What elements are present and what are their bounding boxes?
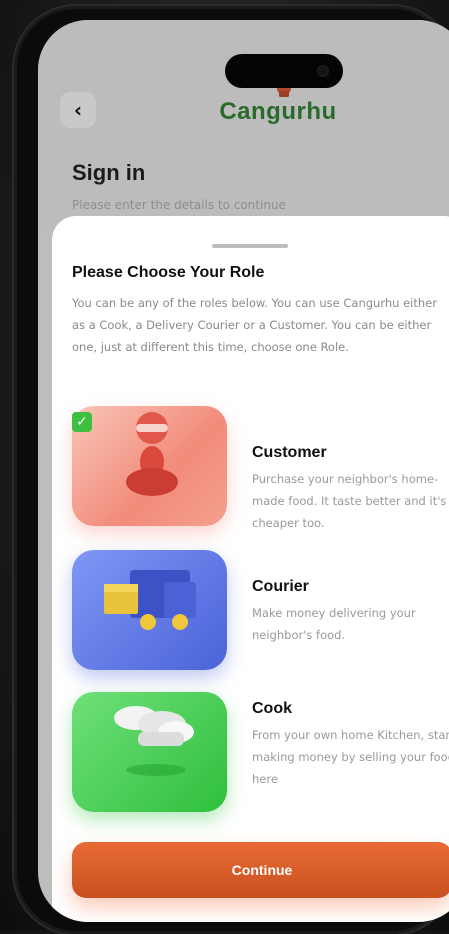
app-logo: Cangurhu bbox=[188, 85, 368, 126]
chevron-left-icon: ‹ bbox=[73, 98, 83, 122]
sheet-title: Please Choose Your Role bbox=[72, 264, 265, 281]
continue-button[interactable]: Continue bbox=[72, 842, 449, 898]
role-title-courier: Courier bbox=[252, 578, 309, 595]
phone-frame: ‹ Cangurhu Sign in Please enter the deta… bbox=[14, 6, 449, 934]
page-subtitle: Please enter the details to continue bbox=[72, 198, 286, 212]
camera-icon bbox=[317, 65, 329, 77]
customer-illustration bbox=[72, 406, 227, 526]
app-name: Cangurhu bbox=[219, 98, 337, 125]
cook-illustration bbox=[72, 692, 227, 812]
role-title-customer: Customer bbox=[252, 444, 327, 461]
page-title: Sign in bbox=[72, 160, 146, 185]
sign-in-header: ‹ Cangurhu Sign in Please enter the deta… bbox=[38, 20, 449, 230]
chef-hat-icon bbox=[114, 706, 194, 776]
screen: ‹ Cangurhu Sign in Please enter the deta… bbox=[38, 20, 449, 922]
role-title-cook: Cook bbox=[252, 700, 292, 717]
role-desc-courier: Make money delivering your neighbor's fo… bbox=[252, 606, 416, 642]
delivery-truck-icon bbox=[104, 570, 196, 630]
role-bottom-sheet: Please Choose Your Role You can be any o… bbox=[52, 216, 449, 922]
role-option-customer[interactable]: Customer Purchase your neighbor's home-m… bbox=[72, 406, 449, 536]
sheet-description: You can be any of the roles below. You c… bbox=[72, 296, 437, 354]
role-desc-cook: From your own home Kitchen, start making… bbox=[252, 728, 449, 786]
person-icon bbox=[126, 412, 178, 496]
dynamic-island bbox=[225, 54, 343, 88]
courier-illustration bbox=[72, 550, 227, 670]
role-desc-customer: Purchase your neighbor's home-made food.… bbox=[252, 472, 447, 530]
back-button[interactable]: ‹ bbox=[60, 92, 96, 128]
role-option-cook[interactable]: Cook From your own home Kitchen, start m… bbox=[72, 692, 449, 822]
role-option-courier[interactable]: Courier Make money delivering your neigh… bbox=[72, 550, 449, 680]
sheet-handle[interactable] bbox=[212, 244, 288, 248]
checkmark-icon[interactable]: ✓ bbox=[72, 412, 92, 432]
